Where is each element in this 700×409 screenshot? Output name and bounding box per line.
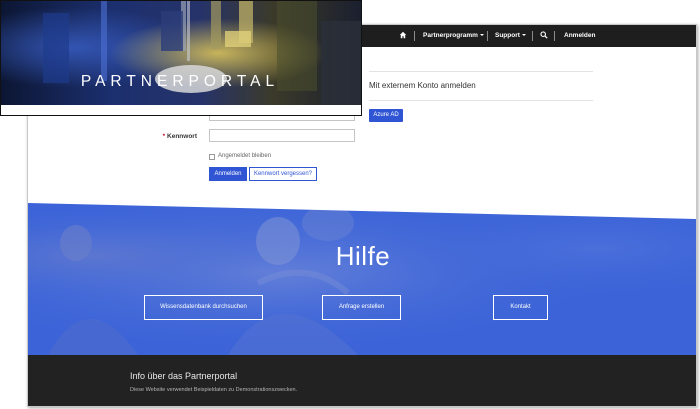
- nav-support[interactable]: Support: [495, 25, 526, 47]
- partnerportal-banner: PARTNERPORTAL: [0, 0, 362, 116]
- nav-separator: [532, 31, 533, 41]
- nav-separator: [487, 31, 488, 41]
- azure-ad-button[interactable]: Azure AD: [369, 109, 403, 122]
- forgot-password-button[interactable]: Kennwort vergessen?: [249, 167, 317, 181]
- footer-text: Diese Website verwendet Beispieldaten zu…: [130, 387, 298, 393]
- create-request-button[interactable]: Anfrage erstellen: [322, 295, 401, 320]
- divider: [369, 100, 593, 101]
- chevron-down-icon: [479, 34, 484, 37]
- help-section: Hilfe Wissensdatenbank durchsuchen Anfra…: [28, 203, 696, 355]
- nav-anmelden[interactable]: Anmelden: [564, 25, 595, 47]
- home-icon[interactable]: [399, 25, 407, 47]
- password-label-text: Kennwort: [167, 133, 197, 140]
- banner-title: PARTNERPORTAL: [80, 73, 280, 90]
- divider: [369, 71, 593, 72]
- password-field[interactable]: [209, 129, 355, 142]
- search-icon[interactable]: [540, 25, 548, 47]
- remember-me-label: Angemeldet bleiben: [218, 153, 272, 159]
- help-background-image: [28, 203, 696, 355]
- remember-me-checkbox[interactable]: [209, 154, 215, 160]
- required-mark: *: [162, 133, 166, 140]
- knowledge-base-button[interactable]: Wissensdatenbank durchsuchen: [144, 295, 263, 320]
- nav-partnerprogramm[interactable]: Partnerprogramm: [423, 25, 484, 47]
- external-login-heading: Mit externem Konto anmelden: [369, 81, 476, 90]
- nav-support-label: Support: [495, 32, 520, 39]
- footer: Info über das Partnerportal Diese Websit…: [28, 355, 696, 406]
- banner-bottom-strip: [1, 105, 361, 115]
- section-divider-shape: [28, 203, 696, 219]
- nav-separator: [414, 31, 415, 41]
- help-title: Hilfe: [335, 241, 391, 271]
- footer-title: Info über das Partnerportal: [130, 371, 238, 381]
- login-button[interactable]: Anmelden: [209, 167, 247, 181]
- chevron-down-icon: [521, 34, 526, 37]
- nav-separator: [554, 31, 555, 41]
- nav-partnerprogramm-label: Partnerprogramm: [423, 32, 478, 39]
- contact-button[interactable]: Kontakt: [493, 295, 548, 320]
- banner-background-image: [1, 1, 361, 115]
- password-label: * Kennwort: [137, 133, 197, 140]
